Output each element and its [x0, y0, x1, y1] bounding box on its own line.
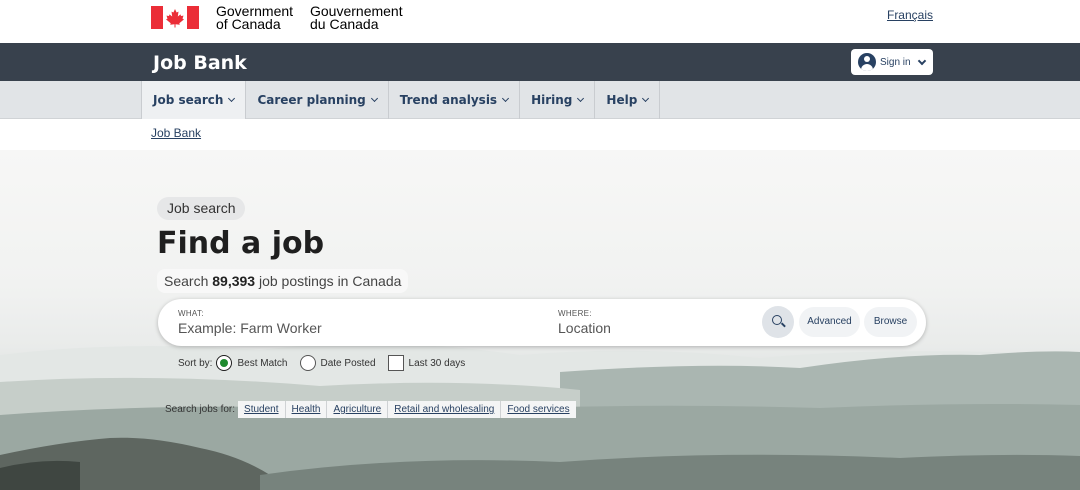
menu-item-help[interactable]: Help [595, 81, 661, 119]
quick-link-student[interactable]: Student [238, 401, 286, 418]
quick-link-agriculture[interactable]: Agriculture [327, 401, 389, 418]
quick-link-health[interactable]: Health [285, 401, 328, 418]
postings-count: Search 89,393 job postings in Canada [157, 269, 409, 293]
search-bar: WHAT: Example: Farm Worker WHERE: Locati… [158, 299, 926, 346]
radio-best-match[interactable] [216, 355, 233, 371]
last-30-days-checkbox[interactable] [387, 355, 404, 371]
hero-section: Job search Find a job Search 89,393 job … [0, 150, 1080, 490]
sort-options: Sort by: Best Match Date Posted Last 30 … [178, 355, 465, 371]
job-search-pill: Job search [157, 197, 246, 220]
what-label: WHAT: [178, 309, 204, 318]
date-posted-label: Date Posted [320, 357, 376, 369]
sort-label: Sort by: [178, 357, 213, 369]
app-title[interactable]: Job Bank [153, 52, 247, 74]
chevron-down-icon [577, 94, 585, 103]
browse-button[interactable]: Browse [864, 307, 917, 337]
last-30-days-label: Last 30 days [408, 357, 466, 369]
menu-item-career-planning[interactable]: Career planning [246, 81, 389, 119]
canada-flag-icon [151, 6, 199, 29]
quick-search-label: Search jobs for: [165, 404, 236, 415]
best-match-label: Best Match [237, 357, 288, 369]
menu-item-job-search[interactable]: Job search [141, 81, 247, 119]
sign-in-button[interactable]: Sign in [851, 49, 933, 75]
quick-link-retail[interactable]: Retail and wholesaling [388, 401, 502, 418]
breadcrumb: Job Bank [0, 119, 1080, 150]
user-icon [858, 53, 876, 71]
main-menu: Job search Career planning Trend analysi… [0, 81, 1080, 119]
chevron-down-icon [917, 56, 926, 65]
breadcrumb-job-bank-link[interactable]: Job Bank [151, 126, 201, 140]
search-icon[interactable] [762, 306, 794, 338]
page-title: Find a job [157, 226, 325, 261]
menu-item-hiring[interactable]: Hiring [520, 81, 596, 119]
gc-header: Government of Canada Gouvernement du Can… [0, 0, 1080, 43]
quick-link-food-services[interactable]: Food services [501, 401, 576, 418]
where-input[interactable]: Location [558, 320, 611, 336]
app-bar: Job Bank Sign in [0, 43, 1080, 81]
language-toggle-link[interactable]: Français [887, 8, 933, 22]
where-label: WHERE: [558, 309, 592, 318]
sign-in-label: Sign in [880, 56, 911, 68]
radio-date-posted[interactable] [299, 355, 316, 371]
advanced-search-button[interactable]: Advanced [799, 307, 860, 337]
chevron-down-icon [502, 94, 510, 103]
signature-english: Government of Canada [216, 3, 294, 32]
signature-french: Gouvernement du Canada [310, 3, 403, 32]
what-input[interactable]: Example: Farm Worker [178, 320, 322, 336]
chevron-down-icon [642, 94, 650, 103]
chevron-down-icon [370, 94, 378, 103]
quick-search: Search jobs for: Student Health Agricult… [165, 401, 576, 418]
menu-item-trend-analysis[interactable]: Trend analysis [389, 81, 521, 119]
chevron-down-icon [228, 94, 236, 103]
